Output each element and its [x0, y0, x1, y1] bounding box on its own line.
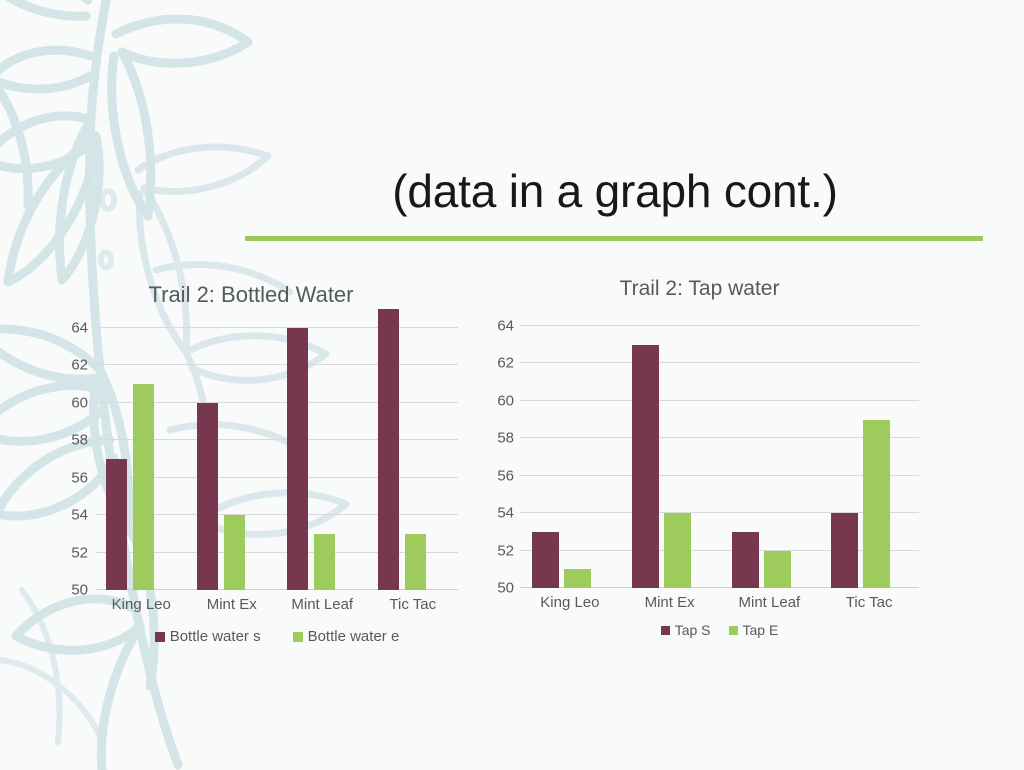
bar-series-s[interactable] — [377, 309, 399, 590]
x-axis-category-label: Mint Ex — [206, 596, 257, 613]
bar-series-s[interactable] — [532, 531, 559, 588]
x-axis: King Leo Mint Ex Mint Leaf Tic Tac — [96, 596, 458, 613]
x-axis: King Leo Mint Ex Mint Leaf Tic Tac — [520, 594, 919, 611]
bar-series-e[interactable] — [763, 550, 791, 588]
y-axis-tick-label: 50 — [497, 579, 514, 597]
bar-groups — [520, 326, 919, 588]
bar-group — [96, 328, 187, 590]
bar-series-s[interactable] — [196, 402, 218, 590]
bar-group — [187, 328, 278, 590]
legend: Tap S Tap E — [520, 622, 919, 638]
chart-title: Trail 2: Tap water — [619, 277, 780, 300]
bar-group — [277, 328, 368, 590]
bar-groups — [96, 309, 459, 590]
y-axis-tick-label: 62 — [71, 356, 88, 374]
y-axis-tick-label: 52 — [71, 544, 88, 562]
legend-swatch-icon — [728, 625, 738, 635]
bar-group — [520, 326, 620, 588]
legend-item[interactable]: Tap S — [660, 622, 711, 638]
chart-tap-water: Trail 2: Tap water 50 52 54 56 58 60 62 64 King… — [472, 276, 927, 676]
bar-series-e[interactable] — [314, 533, 335, 590]
plot-wrap: 50 52 54 56 58 60 62 64 King Leo Mint Ex Mint Lea… — [28, 309, 474, 645]
y-axis-tick-label: 50 — [71, 581, 88, 599]
x-axis-category-label: Mint Leaf — [291, 596, 354, 613]
plot-area — [96, 309, 459, 590]
bar-series-e[interactable] — [133, 384, 154, 590]
legend-label: Tap E — [742, 622, 779, 638]
y-axis-tick-label: 52 — [497, 542, 514, 560]
bar-series-e[interactable] — [863, 419, 891, 588]
legend-label: Bottle water s — [169, 628, 261, 645]
x-axis-category-label: Tic Tac — [389, 596, 437, 613]
bar-group — [720, 326, 820, 588]
bar-series-e[interactable] — [223, 515, 245, 590]
legend-swatch-icon — [292, 631, 303, 642]
bar-group — [620, 326, 720, 588]
y-axis-tick-label: 60 — [71, 394, 88, 412]
x-axis-category-label: King Leo — [111, 596, 171, 613]
y-axis-tick-label: 64 — [497, 317, 514, 335]
bar-series-s[interactable] — [106, 459, 127, 590]
x-axis-category-label: Mint Leaf — [738, 594, 801, 611]
y-axis-tick-label: 56 — [497, 467, 514, 485]
legend: Bottle water s Bottle water e — [96, 628, 458, 645]
y-axis-tick-label: 54 — [497, 504, 514, 522]
y-axis-tick-label: 56 — [71, 469, 88, 487]
bar-series-e[interactable] — [404, 533, 426, 590]
bar-series-e[interactable] — [564, 569, 591, 588]
y-axis-tick-label: 58 — [497, 429, 514, 447]
x-axis-category-label: Mint Ex — [644, 594, 695, 611]
y-axis-tick-label: 60 — [497, 392, 514, 410]
legend-swatch-icon — [660, 625, 670, 635]
legend-item[interactable]: Bottle water s — [154, 628, 261, 645]
page-title: (data in a graph cont.) — [392, 165, 838, 217]
bar-group — [368, 309, 459, 590]
x-axis-category-label: Tic Tac — [845, 594, 893, 611]
legend-label: Tap S — [674, 622, 711, 638]
x-axis-category-label: King Leo — [540, 594, 600, 611]
y-axis-tick-label: 64 — [71, 319, 88, 337]
bar-series-s[interactable] — [631, 344, 659, 588]
chart-title: Trail 2: Bottled Water — [148, 282, 354, 307]
legend-swatch-icon — [154, 631, 165, 642]
bar-series-s[interactable] — [831, 513, 859, 588]
title-underline-rule — [245, 236, 983, 241]
bar-series-s[interactable] — [731, 531, 759, 588]
plot-area — [520, 325, 919, 588]
bar-series-s[interactable] — [287, 328, 308, 590]
bar-group — [819, 326, 919, 588]
legend-item[interactable]: Tap E — [728, 622, 779, 638]
legend-label: Bottle water e — [307, 628, 400, 645]
y-axis-tick-label: 62 — [497, 354, 514, 372]
bar-series-e[interactable] — [663, 513, 691, 588]
y-axis-tick-label: 58 — [71, 431, 88, 449]
chart-bottled-water: Trail 2: Bottled Water 50 52 54 56 58 60 62 64 … — [28, 282, 474, 682]
y-axis-tick-label: 54 — [71, 506, 88, 524]
legend-item[interactable]: Bottle water e — [292, 628, 400, 645]
plot-wrap: 50 52 54 56 58 60 62 64 King Leo Mint Ex Mint Lea… — [472, 318, 927, 638]
